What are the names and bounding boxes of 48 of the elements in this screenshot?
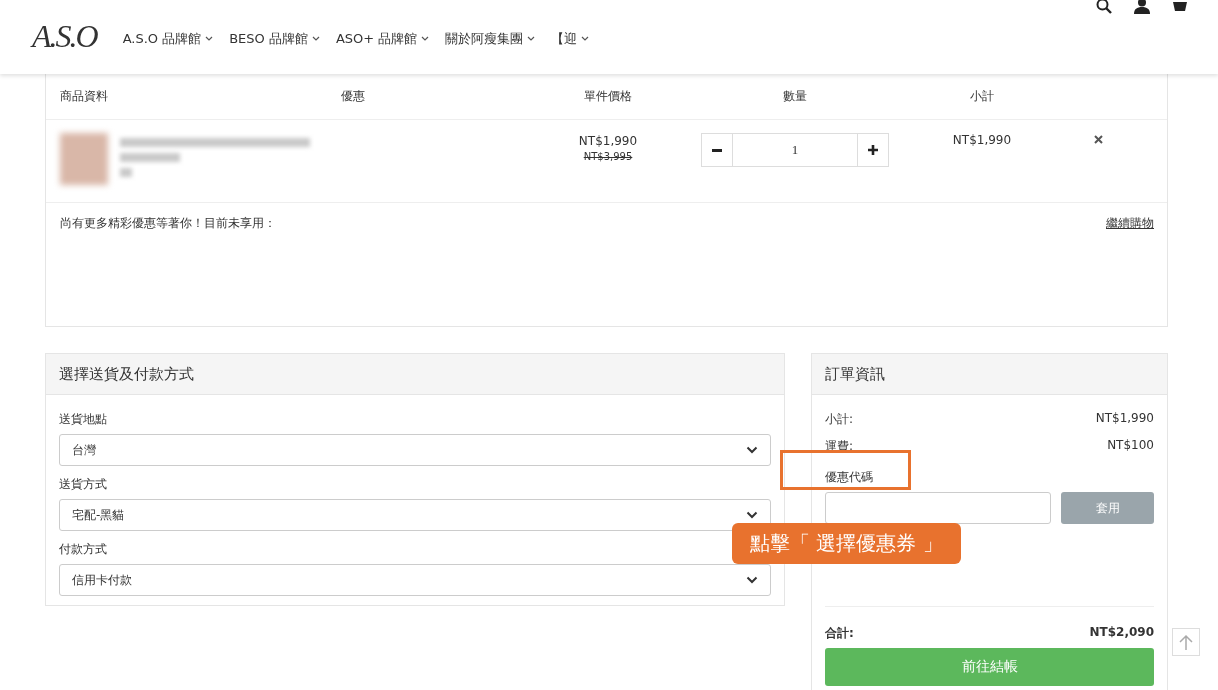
chevron-down-icon xyxy=(581,36,590,42)
chevron-down-icon xyxy=(205,36,214,42)
column-header: 數量 xyxy=(782,88,808,105)
chevron-down-icon xyxy=(311,36,320,42)
total-label: 合計: xyxy=(825,625,854,642)
user-icon[interactable] xyxy=(1134,0,1150,14)
column-header: 優惠 xyxy=(341,88,366,105)
callout-label: 點擊「 選擇優惠券 」 xyxy=(732,523,961,564)
chevron-down-icon xyxy=(746,576,758,584)
panel-title: 訂單資訊 xyxy=(812,354,1167,395)
summary-label: 小計: xyxy=(825,411,854,428)
unit-price: NT$1,990 xyxy=(578,133,638,149)
search-icon[interactable] xyxy=(1096,0,1112,14)
field-label: 付款方式 xyxy=(59,541,107,558)
original-price: NT$3,995 xyxy=(583,150,633,164)
column-header: 單件價格 xyxy=(583,88,633,105)
field-label: 送貨地點 xyxy=(59,411,107,428)
nav-menu-item[interactable]: ASO+ 品牌館 xyxy=(335,30,430,48)
chevron-down-icon xyxy=(746,446,758,454)
chevron-down-icon xyxy=(527,36,536,42)
chevron-down-icon xyxy=(421,36,430,42)
select-field[interactable]: 台灣 xyxy=(59,434,771,466)
panel-title: 選擇送貨及付款方式 xyxy=(46,354,784,395)
plus-icon xyxy=(868,145,878,155)
nav-menu-item[interactable]: BESO 品牌館 xyxy=(229,30,320,48)
nav-menu-item[interactable]: 【迎 xyxy=(551,30,590,48)
nav-menu-item[interactable]: A.S.O 品牌館 xyxy=(122,30,214,48)
select-field[interactable]: 宅配-黑貓 xyxy=(59,499,771,531)
arrow-up-icon xyxy=(1179,634,1193,650)
logo[interactable]: A.S.O xyxy=(28,16,101,58)
promo-note: 尚有更多精彩優惠等著你！目前未享用： xyxy=(60,215,276,232)
select-field[interactable]: 信用卡付款 xyxy=(59,564,771,596)
continue-shopping-link[interactable]: 繼續購物 xyxy=(1106,215,1154,232)
total-value: NT$2,090 xyxy=(1089,625,1154,641)
cart-icon[interactable] xyxy=(1172,0,1188,12)
subtotal-price: NT$1,990 xyxy=(951,133,1013,147)
coupon-code-field[interactable] xyxy=(825,492,1051,524)
chevron-down-icon xyxy=(746,511,758,519)
nav-menu-item[interactable]: 關於阿瘦集團 xyxy=(445,30,536,48)
column-header: 小計 xyxy=(969,88,995,105)
column-header: 商品資料 xyxy=(60,88,109,105)
summary-value: NT$1,990 xyxy=(1095,411,1154,427)
photo-placeholder xyxy=(60,133,108,185)
minus-icon xyxy=(712,148,722,152)
field-label: 送貨方式 xyxy=(59,476,107,493)
coupon-label: 優惠代碼 xyxy=(825,469,873,486)
summary-value: NT$100 xyxy=(1107,438,1154,454)
close-icon[interactable] xyxy=(1093,135,1103,144)
